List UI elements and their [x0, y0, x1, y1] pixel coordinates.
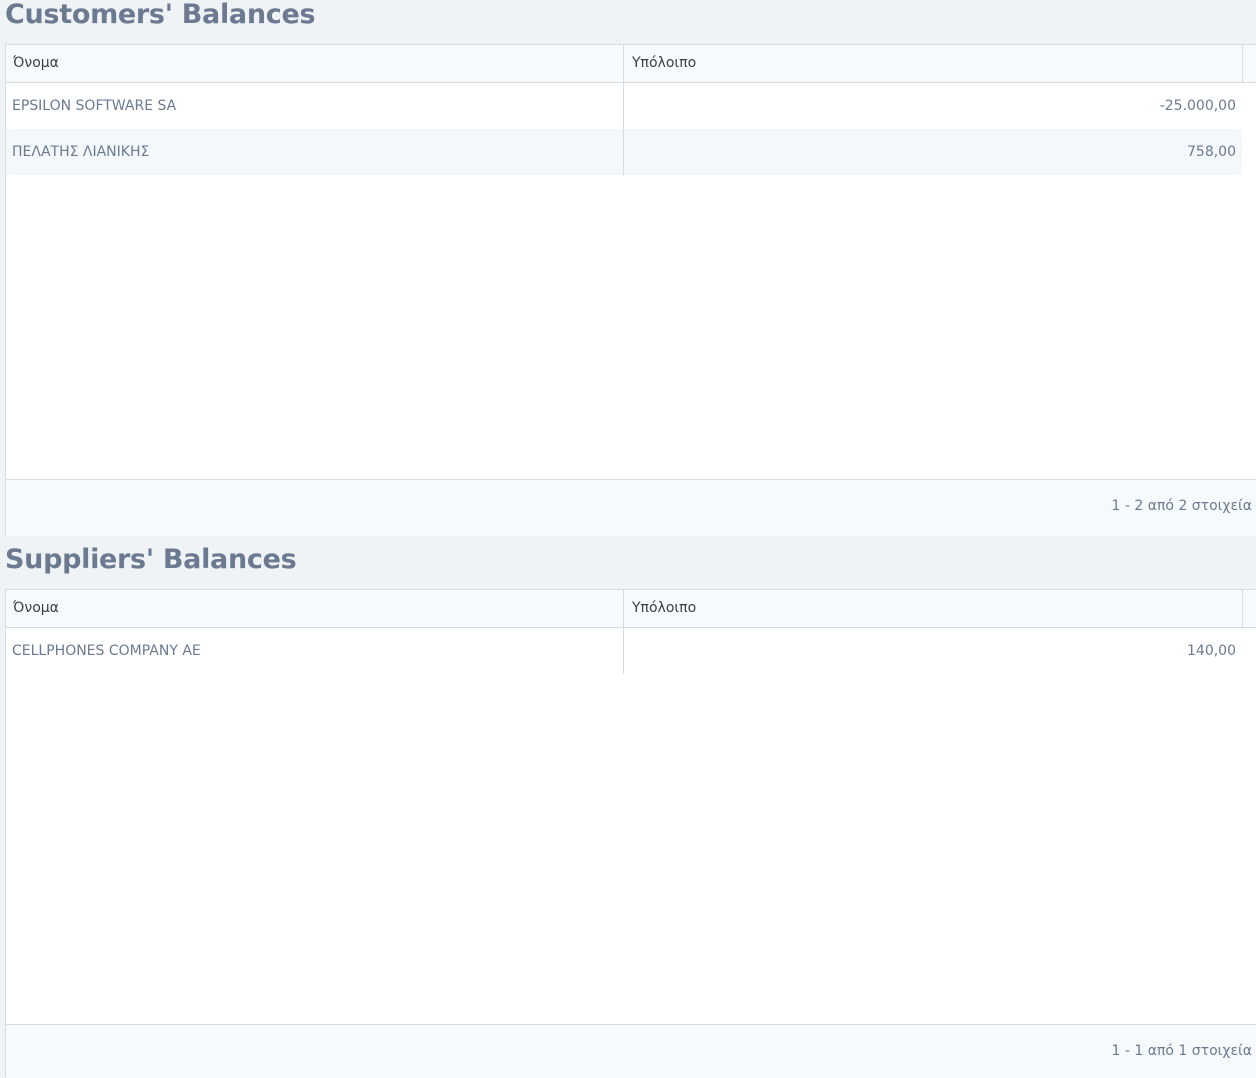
column-header-name[interactable]: Όνομα [6, 45, 624, 82]
table-row[interactable]: EPSILON SOFTWARE SA -25.000,00 [6, 83, 1242, 129]
column-header-balance[interactable]: Υπόλοιπο [624, 45, 1243, 82]
customers-grid-header: Όνομα Υπόλοιπο [6, 45, 1256, 83]
suppliers-balances-grid: Όνομα Υπόλοιπο CELLPHONES COMPANY AE 140… [5, 589, 1256, 1078]
customers-balances-grid: Όνομα Υπόλοιπο EPSILON SOFTWARE SA -25.0… [5, 44, 1256, 536]
suppliers-grid-header: Όνομα Υπόλοιπο [6, 590, 1256, 628]
supplier-balance-cell: 140,00 [1187, 643, 1236, 659]
customer-balance-cell: 758,00 [1187, 144, 1236, 160]
customer-balance-cell: -25.000,00 [1159, 98, 1236, 114]
pager-info: 1 - 2 από 2 στοιχεία [1111, 498, 1252, 514]
column-header-balance[interactable]: Υπόλοιπο [624, 590, 1243, 627]
customers-balances-title: Customers' Balances [5, 0, 316, 30]
pager-info: 1 - 1 από 1 στοιχεία [1111, 1043, 1252, 1059]
suppliers-balances-title: Suppliers' Balances [5, 544, 297, 575]
table-row[interactable]: ΠΕΛΑΤΗΣ ΛΙΑΝΙΚΗΣ 758,00 [6, 129, 1242, 175]
supplier-name-cell: CELLPHONES COMPANY AE [6, 628, 624, 674]
table-row[interactable]: CELLPHONES COMPANY AE 140,00 [6, 628, 1242, 674]
customer-name-cell: EPSILON SOFTWARE SA [6, 83, 624, 129]
customer-name-cell: ΠΕΛΑΤΗΣ ΛΙΑΝΙΚΗΣ [6, 129, 624, 175]
column-header-name[interactable]: Όνομα [6, 590, 624, 627]
customers-grid-pager: 1 - 2 από 2 στοιχεία [6, 479, 1256, 536]
suppliers-grid-pager: 1 - 1 από 1 στοιχεία [6, 1024, 1256, 1078]
